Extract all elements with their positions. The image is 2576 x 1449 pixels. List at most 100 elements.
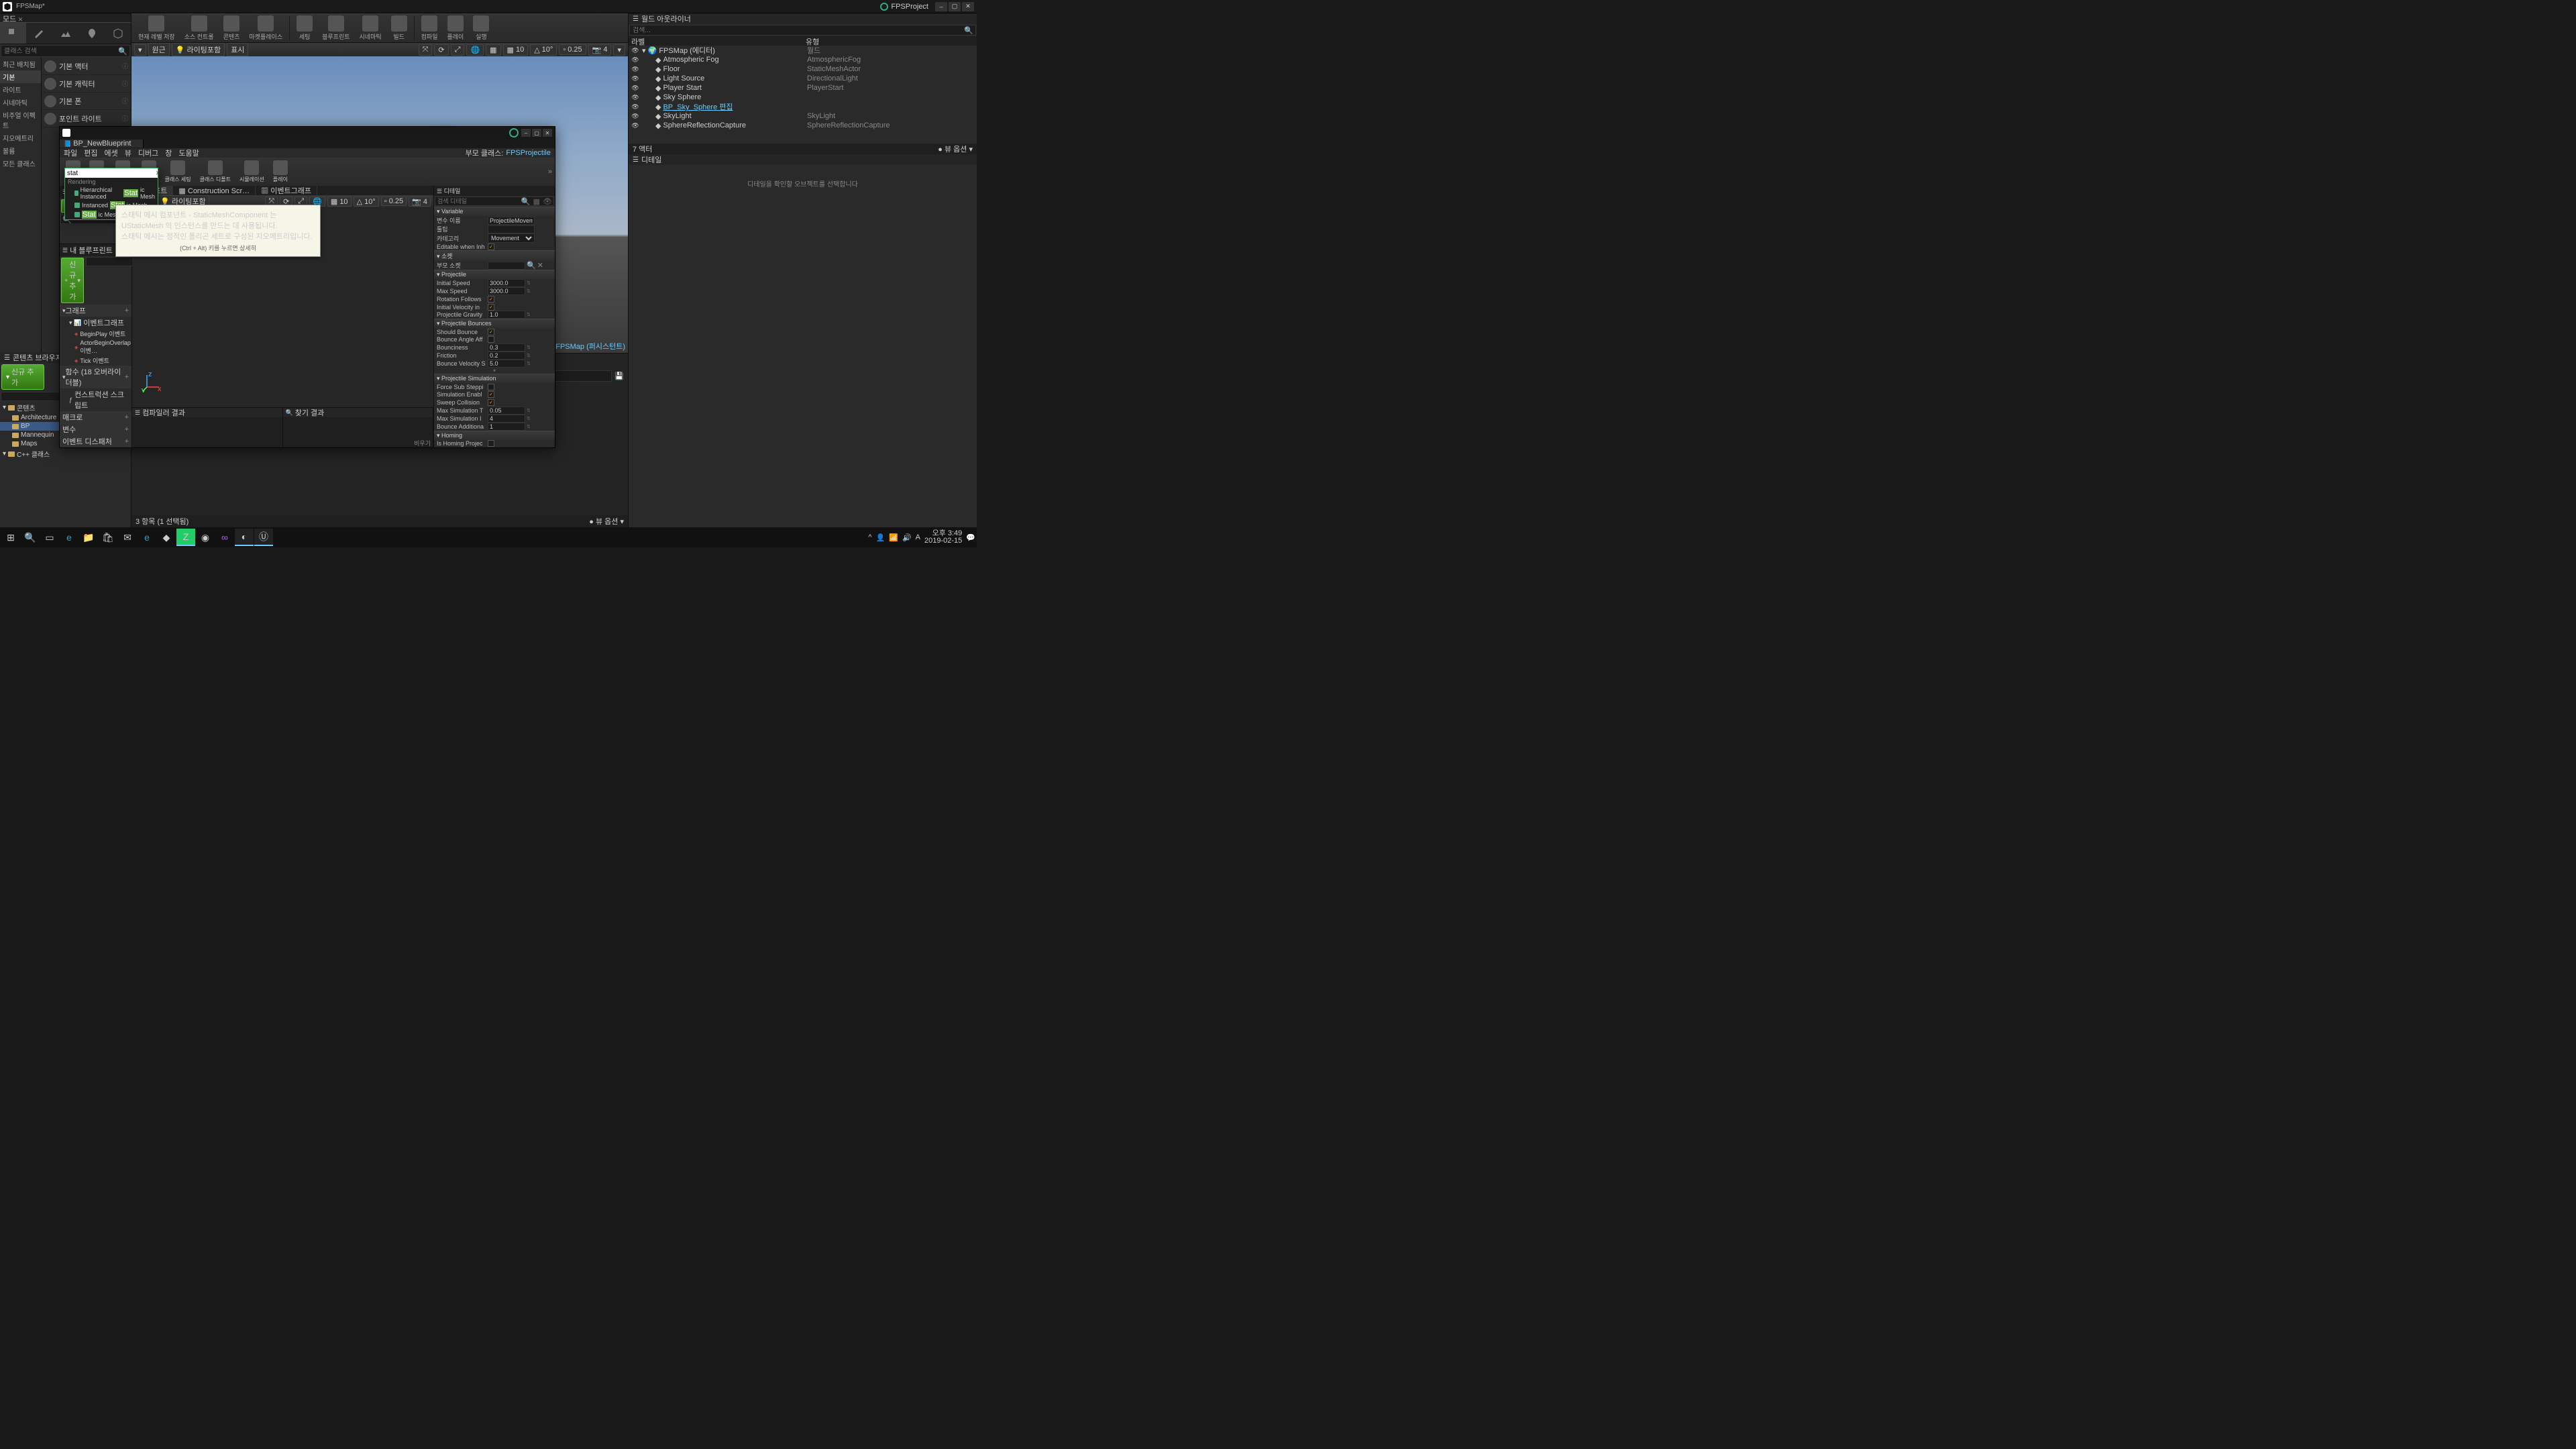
viewport-lit[interactable]: 💡 라이팅포함 (172, 43, 225, 56)
modes-tab[interactable]: 모드 ✕ (0, 13, 131, 23)
outliner-row[interactable]: 👁◆ SphereReflectionCaptureSphereReflecti… (629, 121, 977, 130)
construction-script-node[interactable]: ƒ 컨스트럭션 스크립트 (60, 388, 131, 411)
numeric-input[interactable] (488, 415, 525, 423)
outliner-row[interactable]: 👁◆ SkyLightSkyLight (629, 111, 977, 121)
menu-item[interactable]: 편집 (84, 148, 97, 158)
text-input[interactable] (488, 217, 535, 225)
toolbar-button[interactable]: 세팅 (292, 14, 317, 42)
matrix-icon[interactable]: ▦ (532, 197, 541, 205)
spinner-icon[interactable]: ⇅ (527, 361, 532, 366)
variables-category[interactable]: 변수+ (60, 423, 131, 435)
numeric-input[interactable] (488, 360, 525, 368)
place-mode-icon[interactable] (0, 23, 26, 44)
text-input[interactable] (488, 262, 525, 270)
clear-icon[interactable]: ✕ (156, 170, 161, 177)
dropdown[interactable]: Movement (488, 233, 535, 243)
checkbox[interactable] (488, 336, 494, 343)
graphs-category[interactable]: ▾ 그래프+ (60, 305, 131, 317)
property-category[interactable]: ▾ 소켓 (434, 250, 555, 261)
property-category[interactable]: ▾ Variable (434, 207, 555, 216)
numeric-input[interactable] (488, 423, 525, 431)
property-category[interactable]: ▾ Homing (434, 431, 555, 440)
notifications-icon[interactable]: 💬 (966, 533, 975, 542)
numeric-input[interactable] (488, 407, 525, 415)
checkbox[interactable]: ✓ (488, 296, 494, 303)
camera-speed[interactable]: 📷 4 (409, 197, 431, 207)
outliner-row[interactable]: 👁◆ Atmospheric FogAtmosphericFog (629, 55, 977, 64)
view-options-button[interactable]: ● 뷰 옵션 ▾ (938, 144, 973, 154)
numeric-input[interactable] (488, 279, 525, 287)
spinner-icon[interactable]: ⇅ (527, 345, 532, 350)
folder-node[interactable]: ▾ C++ 클래스 (0, 448, 131, 460)
app-icon[interactable]: Z (176, 529, 195, 546)
checkbox[interactable]: ✓ (488, 399, 494, 406)
property-category[interactable]: ▾ Projectile (434, 270, 555, 279)
macros-category[interactable]: 매크로+ (60, 411, 131, 423)
bp-toolbar-button[interactable]: 클래스 디폴트 (197, 159, 234, 184)
checkbox[interactable]: ✓ (488, 304, 494, 311)
viewport-perspective[interactable]: 원근 (148, 43, 170, 56)
find-results-tab[interactable]: 🔍 찾기 결과 (283, 408, 433, 417)
bp-maximize-button[interactable]: ▢ (532, 129, 541, 137)
menu-item[interactable]: 도움말 (178, 148, 199, 158)
category-item[interactable]: 라이트 (0, 83, 41, 96)
bp-close-button[interactable]: ✕ (543, 129, 552, 137)
grid-snap[interactable]: ▦ 10 (503, 44, 529, 56)
ime-icon[interactable]: A (916, 533, 920, 541)
save-icon[interactable]: 💾 (614, 372, 624, 380)
unreal-icon[interactable]: Ⓤ (254, 529, 273, 546)
category-item[interactable]: 볼륨 (0, 144, 41, 157)
dropdown-item[interactable]: Hierarchical Instanced Static Mesh (65, 186, 158, 201)
mail-icon[interactable]: ✉ (118, 529, 137, 546)
translate-tool-icon[interactable]: ⤧ (419, 44, 433, 56)
details-search-input[interactable] (435, 197, 520, 205)
toolbar-button[interactable]: 소스 컨트롤 (180, 14, 218, 42)
viewport-menu-button[interactable]: ▾ (134, 44, 146, 56)
spinner-icon[interactable]: ⇅ (527, 424, 532, 429)
toolbar-button[interactable]: 현재 레벨 저장 (134, 14, 179, 42)
rotate-tool-icon[interactable]: ⟳ (434, 44, 448, 56)
menu-item[interactable]: 에셋 (105, 148, 118, 158)
spinner-icon[interactable]: ⇅ (527, 288, 532, 294)
spinner-icon[interactable]: ⇅ (527, 416, 532, 421)
app-icon[interactable]: ◆ (157, 529, 176, 546)
property-category[interactable]: ▾ Projectile Simulation (434, 374, 555, 383)
toolbar-button[interactable]: 블루프린트 (318, 14, 354, 42)
property-category[interactable]: ▾ Projectile Bounces (434, 319, 555, 328)
camera-speed[interactable]: 📷 4 (588, 44, 612, 56)
volume-icon[interactable]: 🔊 (902, 533, 912, 542)
category-item[interactable]: 비주얼 이펙트 (0, 109, 41, 131)
checkbox[interactable]: ✓ (488, 391, 494, 398)
functions-category[interactable]: ▾ 함수 (18 오버라이더블)+ (60, 366, 131, 388)
checkbox[interactable]: ✓ (488, 244, 494, 250)
dropdown-search-input[interactable] (67, 170, 156, 177)
category-item[interactable]: 지오메트리 (0, 131, 41, 144)
angle-snap[interactable]: △ 10° (530, 44, 557, 56)
checkbox[interactable] (488, 440, 494, 447)
paint-mode-icon[interactable] (26, 23, 52, 44)
edge-icon[interactable]: e (60, 529, 78, 546)
col-type[interactable]: 유형 (806, 36, 974, 46)
details-search[interactable]: 🔍▦👁 (435, 197, 554, 206)
clear-icon[interactable]: ✕ (537, 261, 543, 270)
explorer-icon[interactable]: 📁 (79, 529, 98, 546)
people-icon[interactable]: 👤 (876, 533, 885, 542)
category-item[interactable]: 기본 (0, 70, 41, 83)
start-button[interactable]: ⊞ (1, 529, 20, 546)
bp-toolbar-overflow[interactable]: » (548, 168, 552, 176)
expand-icon[interactable]: ▾ (434, 368, 555, 374)
toolbar-button[interactable]: 빌드 (387, 14, 411, 42)
outliner-search-input[interactable] (630, 27, 962, 34)
spinner-icon[interactable]: ⇅ (527, 353, 532, 358)
graph-tab[interactable]: ▦ 이벤트그래프 (256, 186, 317, 195)
bp-titlebar[interactable]: – ▢ ✕ (60, 127, 555, 139)
outliner-row[interactable]: 👁◆ Light SourceDirectionalLight (629, 74, 977, 83)
dropdown-search[interactable]: ✕ (65, 168, 158, 178)
menu-item[interactable]: 디버그 (138, 148, 158, 158)
coords-toggle[interactable]: 🌐 (466, 44, 484, 56)
modes-search[interactable]: 🔍 (1, 45, 130, 57)
numeric-input[interactable] (488, 311, 525, 319)
numeric-input[interactable] (488, 343, 525, 352)
toolbar-button[interactable]: 플레이 (443, 14, 468, 42)
text-input[interactable] (488, 225, 535, 233)
